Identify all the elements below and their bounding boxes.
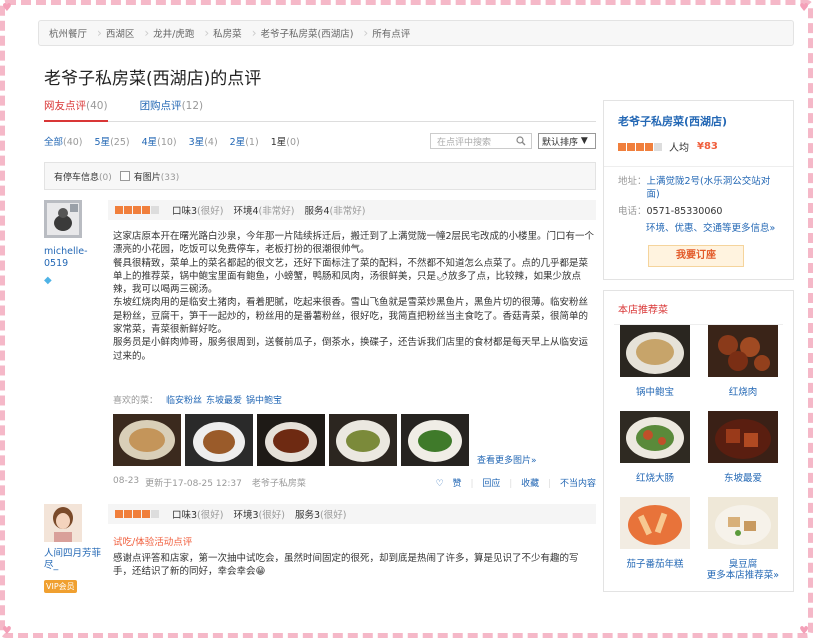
heart-icon: ♥: [2, 624, 12, 637]
trial-tag: 试吃/体验活动点评: [113, 537, 193, 548]
review-score-bar: 口味3(很好) 环境4(非常好) 服务4(非常好): [108, 200, 596, 220]
reply-button[interactable]: 回应: [482, 479, 500, 489]
breadcrumb-item[interactable]: 私房菜: [209, 26, 252, 40]
more-recommend-link[interactable]: 更多本店推荐菜»: [707, 567, 779, 581]
vip-badge: VIP会员: [44, 580, 77, 593]
star-rating: [115, 510, 160, 518]
filter-1-star[interactable]: 1星(0): [271, 134, 300, 148]
breadcrumb-item[interactable]: 杭州餐厅: [45, 26, 97, 40]
heart-icon: ♥: [2, 1, 12, 14]
heart-icon: ♥: [799, 624, 809, 637]
more-photos-link[interactable]: 查看更多图片»: [477, 453, 537, 466]
food-photo[interactable]: [185, 414, 253, 466]
filter-all[interactable]: 全部(40): [44, 134, 83, 148]
shop-phone: 电话： 0571-85330060: [618, 206, 723, 217]
recommend-dish[interactable]: 红烧肉: [708, 325, 778, 398]
review-search-input[interactable]: 在点评中搜索: [430, 133, 532, 149]
review-item: michelle-0519 ◆ 口味3(很好) 环境4(非常好) 服务4(非常好…: [44, 200, 596, 500]
star-rating: [618, 142, 663, 151]
filter-4-star[interactable]: 4星(10): [142, 134, 177, 148]
recommend-dish[interactable]: 东坡最爱: [708, 411, 778, 484]
parking-filter-label: 有停车信息(0): [54, 172, 112, 183]
food-photo[interactable]: [329, 414, 397, 466]
breadcrumb-item[interactable]: 西湖区: [102, 26, 145, 40]
filter-options: 有停车信息(0) 有图片(33): [44, 162, 596, 190]
shop-rating: 人均 ¥83: [604, 129, 793, 154]
heart-icon[interactable]: ♡: [436, 479, 444, 489]
photo-checkbox[interactable]: [119, 171, 130, 181]
review-tabs: 网友点评(40) 团购点评(12): [44, 98, 596, 122]
recommend-dish[interactable]: 臭豆腐: [708, 497, 778, 570]
filter-5-star[interactable]: 5星(25): [95, 134, 130, 148]
review-meta: 08-23 更新于17-08-25 12:37 老爷子私房菜 ♡ 赞 | 回应 …: [113, 476, 596, 489]
breadcrumb-item[interactable]: 老爷子私房菜(西湖店): [257, 26, 364, 40]
recommend-title: 本店推荐菜: [618, 305, 668, 316]
breadcrumb: 杭州餐厅 › 西湖区 › 龙井/虎跑 › 私房菜 › 老爷子私房菜(西湖店) › 所有点评: [38, 20, 794, 46]
filter-2-star[interactable]: 2星(1): [230, 134, 259, 148]
recommend-dish[interactable]: 锅中鲍宝: [620, 325, 690, 398]
book-table-button[interactable]: 我要订座: [648, 245, 744, 267]
favorite-button[interactable]: 收藏: [521, 479, 539, 489]
avatar[interactable]: [44, 200, 82, 238]
breadcrumb-item[interactable]: 龙井/虎跑: [149, 26, 204, 40]
username[interactable]: michelle-0519: [44, 246, 104, 270]
review-text: 感谢点评答和店家，第一次抽中试吃会，虽然时间固定的很死，却到底是热闹了许多，算是…: [113, 553, 579, 578]
diamond-icon: ◆: [44, 275, 52, 286]
review-text: 这家店原本开在曙光路白沙泉，今年那一片陆续拆迁后，搬迁到了上满觉陇一幢2层民宅改…: [113, 231, 595, 362]
star-rating: [115, 206, 160, 214]
page-title: 老爷子私房菜(西湖店)的点评: [44, 69, 262, 89]
search-icon[interactable]: [516, 136, 526, 149]
review-item: 人间四月芳菲尽_ VIP会员 口味3(很好) 环境3(很好) 服务3(很好) 试…: [44, 504, 596, 624]
photo-filter-label: 有图片(33): [133, 172, 180, 183]
filter-3-star[interactable]: 3星(4): [189, 134, 218, 148]
heart-icon: ♥: [799, 1, 809, 14]
recommend-box: 本店推荐菜 锅中鲍宝 红烧肉 红烧大肠 东坡最爱 茄子番茄年糕 臭豆腐 更多本店…: [603, 290, 794, 592]
like-button[interactable]: 赞: [453, 479, 462, 489]
shop-name[interactable]: 老爷子私房菜(西湖店): [604, 101, 793, 129]
more-info-link[interactable]: 环境、优惠、交通等更多信息»: [604, 218, 793, 235]
username[interactable]: 人间四月芳菲尽_: [44, 548, 104, 572]
star-filters: 全部(40) 5星(25) 4星(10) 3星(4) 2星(1) 1星(0) 在…: [44, 126, 596, 156]
liked-dishes: 喜欢的菜： 临安粉丝 东坡最爱 锅中鲍宝: [113, 396, 283, 406]
review-photos: 查看更多图片»: [108, 414, 596, 466]
recommend-dish[interactable]: 茄子番茄年糕: [620, 497, 690, 570]
report-button[interactable]: 不当内容: [560, 479, 596, 489]
caret-down-icon: ▼: [580, 136, 588, 146]
review-score-bar: 口味3(很好) 环境3(很好) 服务3(很好): [108, 504, 596, 524]
tab-group-reviews[interactable]: 团购点评(12): [140, 98, 210, 121]
recommend-dish[interactable]: 红烧大肠: [620, 411, 690, 484]
food-photo[interactable]: [257, 414, 325, 466]
food-photo[interactable]: [401, 414, 469, 466]
shop-address: 地址： 上满觉陇2号(水乐洞公交站对面): [618, 176, 771, 200]
avatar[interactable]: [44, 504, 82, 542]
breadcrumb-item-current: 所有点评: [372, 29, 411, 40]
sort-select[interactable]: 默认排序 ▼: [538, 133, 596, 149]
shop-info-box: 老爷子私房菜(西湖店) 人均 ¥83 地址： 上满觉陇2号(水乐洞公交站对面) …: [603, 100, 794, 280]
food-photo[interactable]: [113, 414, 181, 466]
tab-user-reviews[interactable]: 网友点评(40): [44, 98, 114, 122]
